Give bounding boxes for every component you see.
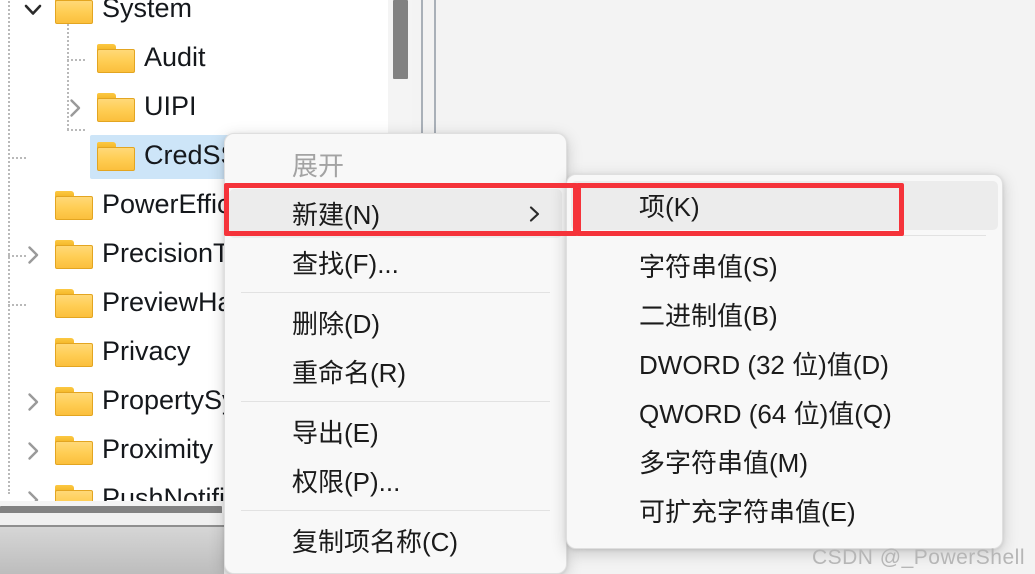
menu-item-label: 字符串值(S) [639,252,778,282]
context-menu-item-5[interactable]: 重命名(R) [229,347,562,396]
new-submenu[interactable]: 项(K) 字符串值(S) 二进制值(B) DWORD (32 位)值(D) QWORD … [566,174,1003,549]
chevron-right-icon [28,245,39,264]
registry-editor-screenshot: System Audit UIPI CredSSP PowerEfficien Preci… [0,0,1035,574]
submenu-item-4[interactable]: DWORD (32 位)值(D) [571,339,998,388]
pane-divider [434,0,436,133]
menu-separator [583,235,986,236]
tree-expander [60,132,90,181]
menu-item-label: 复制项名称(C) [292,527,459,557]
context-menu-item-7[interactable]: 导出(E) [229,407,562,456]
folder-icon [94,90,138,124]
submenu-item-2[interactable]: 字符串值(S) [571,241,998,290]
tree-item-label: Proximity [102,434,214,464]
tree-item-content: Proximity [48,429,221,473]
context-menu-item-1[interactable]: 新建(N) [229,189,562,238]
tree-item-label: Audit [144,42,206,72]
folder-icon [52,237,96,271]
tree-expander [18,279,48,328]
tree-horizontal-scroll-thumb[interactable] [0,506,222,513]
tree-item-proximity[interactable]: Proximity [18,426,221,475]
menu-item-label: 项(K) [639,192,700,222]
menu-separator [241,510,550,511]
context-menu-item-4[interactable]: 删除(D) [229,298,562,347]
tree-item-audit[interactable]: Audit [60,34,214,83]
tree-item-system[interactable]: System [18,0,200,34]
tree-expander[interactable] [18,377,48,426]
tree-vertical-scroll-thumb[interactable] [393,0,408,79]
watermark: CSDN @_PowerShell [811,546,1025,569]
menu-item-label: 展开 [292,151,345,181]
tree-guide-line [8,0,10,494]
folder-icon [52,335,96,369]
menu-separator [241,292,550,293]
menu-item-label: 导出(E) [292,418,379,448]
window-bottom-chrome [0,525,224,574]
chevron-right-icon [28,441,39,460]
chevron-down-icon [24,4,42,15]
folder-icon [52,0,96,26]
folder-icon [52,286,96,320]
context-menu-item-0: 展开 [229,140,562,189]
menu-item-label: 查找(F)... [292,249,399,279]
folder-icon [52,433,96,467]
menu-item-label: 权限(P)... [292,467,401,497]
menu-item-label: 重命名(R) [292,358,407,388]
tree-item-label: UIPI [144,91,197,121]
submenu-item-6[interactable]: 多字符串值(M) [571,437,998,486]
tree-expander[interactable] [60,83,90,132]
submenu-item-3[interactable]: 二进制值(B) [571,290,998,339]
submenu-item-0[interactable]: 项(K) [571,181,998,230]
menu-item-label: 二进制值(B) [639,301,778,331]
tree-expander[interactable] [18,426,48,475]
context-menu-item-2[interactable]: 查找(F)... [229,238,562,287]
tree-item-content: System [48,0,200,32]
tree-item-content: Privacy [48,331,199,375]
tree-expander [60,34,90,83]
menu-item-label: 新建(N) [292,200,381,230]
folder-icon [52,188,96,222]
tree-item-label: Privacy [102,336,191,366]
submenu-chevron-right-icon [524,204,544,224]
tree-item-privacy[interactable]: Privacy [18,328,199,377]
context-menu-item-10[interactable]: 复制项名称(C) [229,516,562,565]
tree-item-label: System [102,0,193,23]
tree-expander[interactable] [18,230,48,279]
menu-item-label: 删除(D) [292,309,381,339]
pane-divider [421,0,423,133]
folder-icon [52,384,96,418]
menu-item-label: 可扩充字符串值(E) [639,497,856,527]
tree-expander [18,181,48,230]
tree-expander [18,328,48,377]
menu-item-label: 多字符串值(M) [639,448,808,478]
submenu-item-7[interactable]: 可扩充字符串值(E) [571,486,998,535]
menu-separator [241,401,550,402]
folder-icon [94,41,138,75]
menu-item-label: DWORD (32 位)值(D) [639,350,889,380]
tree-guide-line [8,157,26,159]
tree-item-content: Audit [90,37,214,81]
chevron-right-icon [28,392,39,411]
chevron-right-icon [70,98,81,117]
tree-item-uipi[interactable]: UIPI [60,83,205,132]
submenu-item-5[interactable]: QWORD (64 位)值(Q) [571,388,998,437]
menu-item-label: QWORD (64 位)值(Q) [639,399,892,429]
tree-expander[interactable] [18,0,48,34]
tree-item-content: UIPI [90,86,205,130]
context-menu-item-8[interactable]: 权限(P)... [229,456,562,505]
folder-icon [94,139,138,173]
registry-key-context-menu[interactable]: 展开新建(N) 查找(F)... 删除(D) 重命名(R) 导出(E) 权限(P)... 复… [224,133,567,574]
